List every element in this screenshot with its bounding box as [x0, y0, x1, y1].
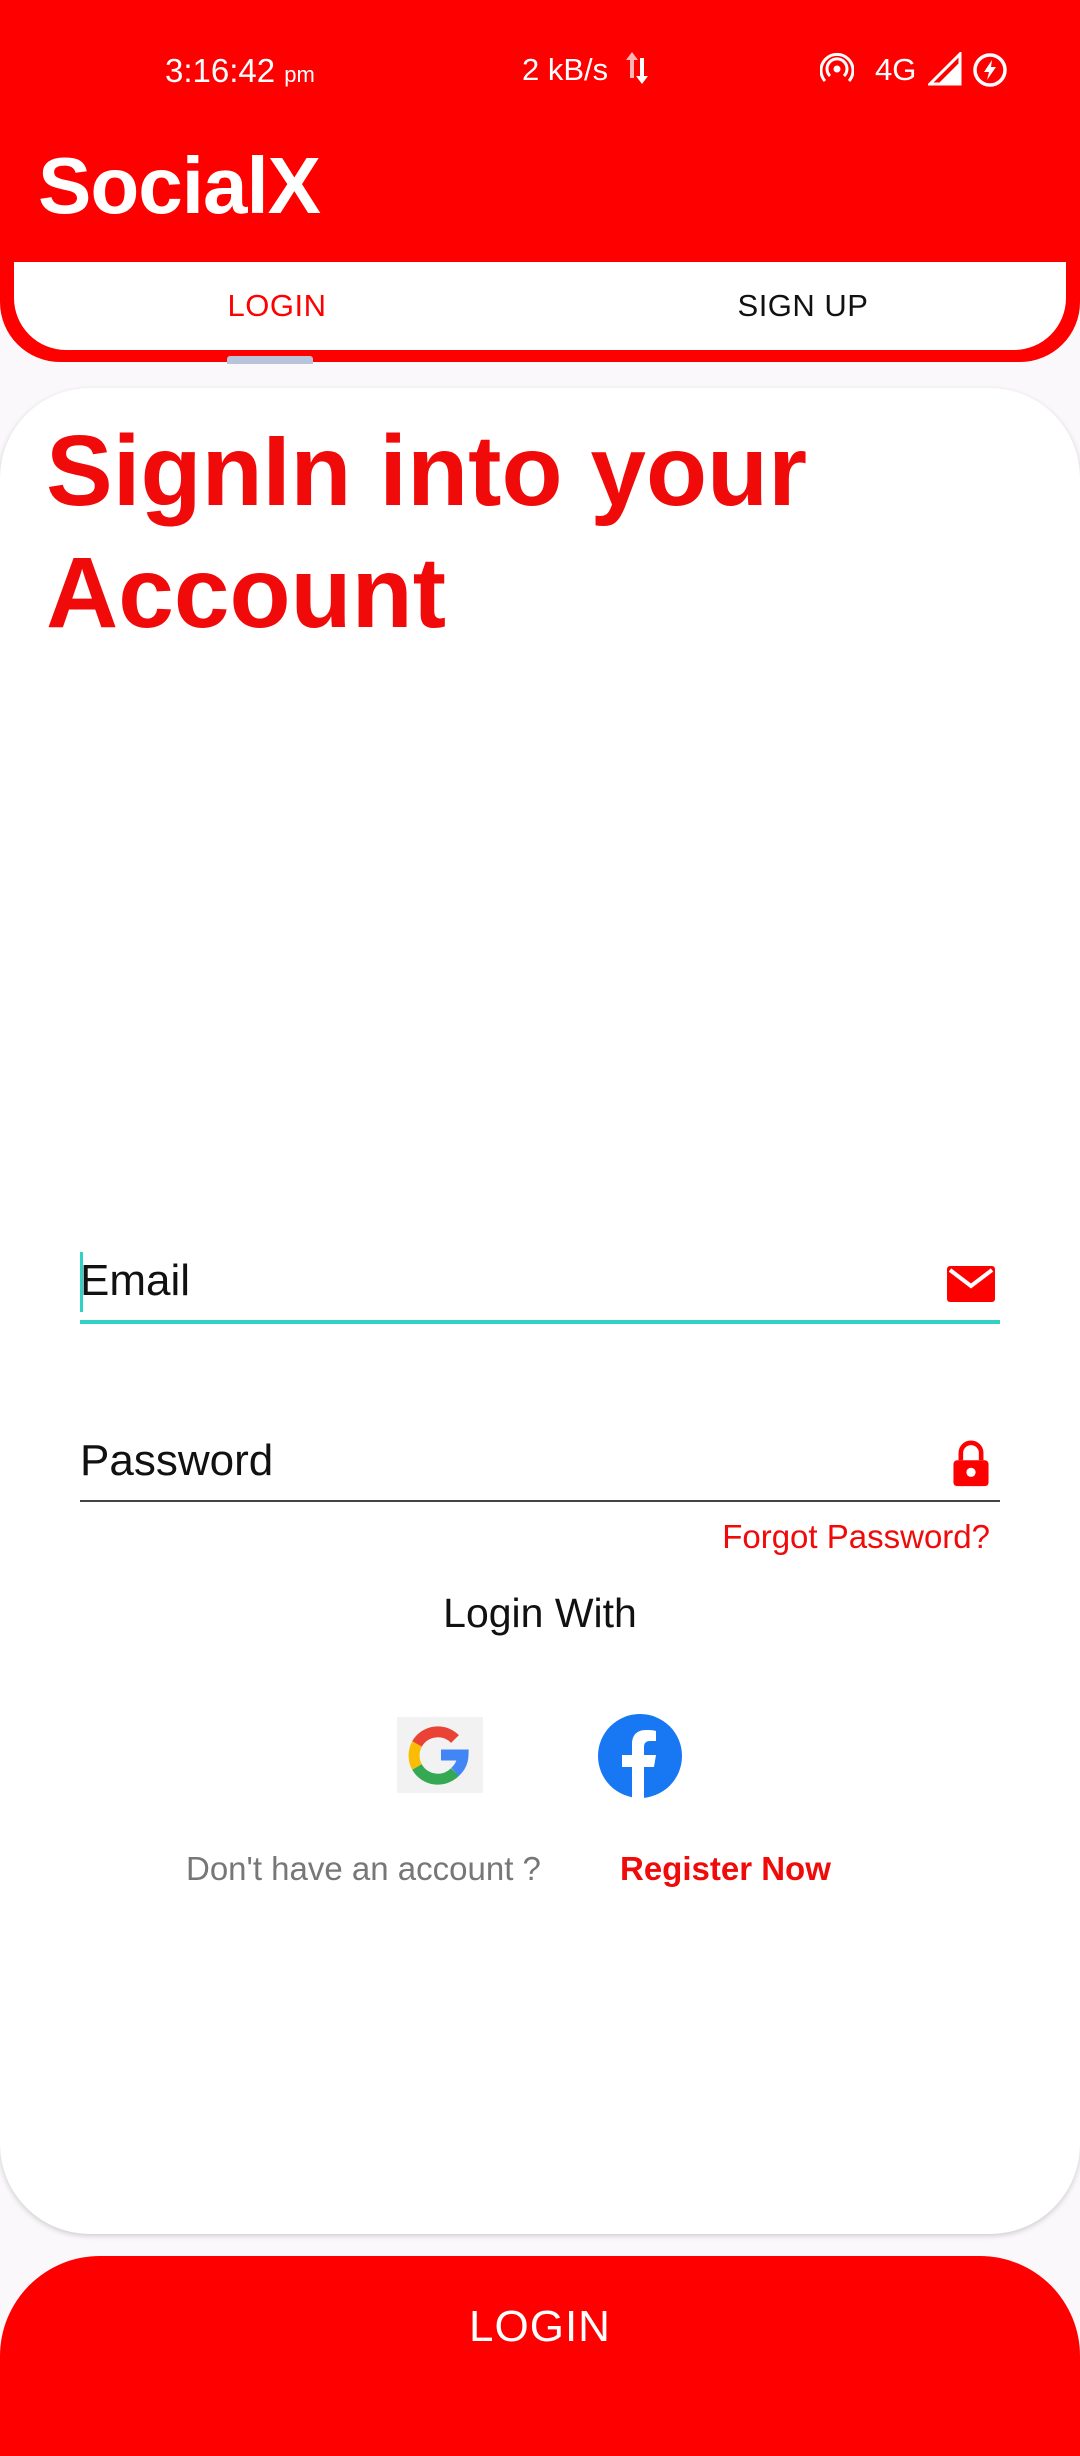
hotspot-icon [820, 52, 854, 82]
net-speed-value: 2 kB/s [522, 52, 609, 87]
app-bar: 3:16:42 pm 2 kB/s 4G SocialX LOGIN SIGN … [0, 0, 1080, 362]
status-time-ampm: pm [284, 62, 315, 87]
data-arrows-icon [626, 52, 648, 84]
status-icons: 4G [820, 52, 1020, 92]
login-button-label: LOGIN [469, 2302, 611, 2351]
page-title-line1: SignIn into your [46, 415, 808, 527]
status-time: 3:16:42 pm [165, 52, 315, 90]
network-type: 4G [875, 52, 917, 87]
facebook-icon [598, 1714, 682, 1799]
password-placeholder: Password [80, 1436, 274, 1485]
facebook-login-button[interactable] [597, 1713, 683, 1799]
tab-indicator [227, 356, 313, 364]
status-bar: 3:16:42 pm 2 kB/s 4G [0, 46, 1080, 94]
page-title-line2: Account [46, 537, 446, 649]
battery-saver-icon [973, 53, 1007, 87]
email-field[interactable]: Email [80, 1250, 1000, 1324]
login-with-label: Login With [443, 1590, 637, 1636]
net-speed: 2 kB/s [522, 52, 648, 88]
no-account-text: Don't have an account ? [186, 1850, 541, 1887]
app-title: SocialX [38, 141, 321, 230]
login-button[interactable]: LOGIN [0, 2256, 1080, 2456]
google-login-button[interactable] [397, 1717, 483, 1793]
tab-bar: LOGIN SIGN UP [14, 262, 1066, 350]
tab-signup[interactable]: SIGN UP [540, 262, 1066, 350]
signal-icon [928, 52, 962, 86]
password-field[interactable]: Password [80, 1430, 1000, 1502]
status-time-value: 3:16:42 [165, 52, 276, 89]
page-title: SignIn into your Account [46, 410, 1006, 654]
mail-icon [947, 1266, 995, 1302]
lock-icon [953, 1440, 989, 1487]
google-icon [408, 1726, 469, 1785]
email-placeholder: Email [80, 1256, 191, 1305]
forgot-password-link[interactable]: Forgot Password? [722, 1518, 990, 1556]
tab-login[interactable]: LOGIN [14, 262, 540, 350]
register-now-link[interactable]: Register Now [620, 1850, 831, 1888]
